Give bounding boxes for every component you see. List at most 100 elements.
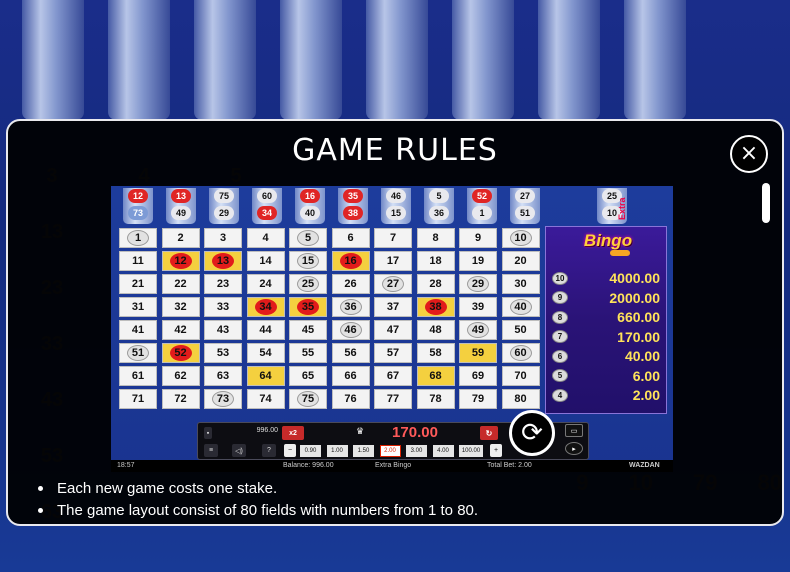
board-cell[interactable]: 74 [246, 389, 285, 409]
board-cell[interactable]: 34 [246, 297, 285, 317]
board-cell[interactable]: 66 [331, 366, 370, 386]
close-button[interactable]: × [730, 135, 768, 173]
board-cell[interactable]: 60 [501, 343, 540, 363]
board-cell[interactable]: 48 [416, 320, 455, 340]
spin-button[interactable]: ⟳ [509, 410, 555, 456]
board-cell[interactable]: 2 [161, 228, 200, 248]
board-cell[interactable]: 40 [501, 297, 540, 317]
board-cell[interactable]: 11 [119, 251, 157, 271]
board-cell[interactable]: 43 [204, 320, 242, 340]
stake-option[interactable]: 2.00 [379, 445, 401, 457]
board-cell[interactable]: 75 [289, 389, 327, 409]
board-cell[interactable]: 67 [374, 366, 412, 386]
board-cell[interactable]: 18 [416, 251, 455, 271]
board-cell[interactable]: 51 [119, 343, 157, 363]
board-cell[interactable]: 53 [204, 343, 242, 363]
board-cell[interactable]: 13 [204, 251, 242, 271]
board-cell[interactable]: 58 [416, 343, 455, 363]
board-cell[interactable]: 55 [289, 343, 327, 363]
board-cell[interactable]: 80 [501, 389, 540, 409]
board-cell[interactable]: 39 [459, 297, 497, 317]
board-cell[interactable]: 6 [331, 228, 370, 248]
board-cell[interactable]: 14 [246, 251, 285, 271]
board-cell[interactable]: 30 [501, 274, 540, 294]
board-cell[interactable]: 1 [119, 228, 157, 248]
board-cell[interactable]: 61 [119, 366, 157, 386]
board-cell[interactable]: 49 [459, 320, 497, 340]
board-cell[interactable]: 24 [246, 274, 285, 294]
board-cell[interactable]: 62 [161, 366, 200, 386]
board-cell[interactable]: 10 [501, 228, 540, 248]
board-cell[interactable]: 21 [119, 274, 157, 294]
board-cell[interactable]: 12 [161, 251, 200, 271]
board-cell[interactable]: 33 [204, 297, 242, 317]
board-cell[interactable]: 20 [501, 251, 540, 271]
board-cell[interactable]: 15 [289, 251, 327, 271]
board-cell[interactable]: 63 [204, 366, 242, 386]
board-cell[interactable]: 7 [374, 228, 412, 248]
board-cell[interactable]: 28 [416, 274, 455, 294]
board-cell[interactable]: 77 [374, 389, 412, 409]
board-cell[interactable]: 79 [459, 389, 497, 409]
board-cell[interactable]: 64 [246, 366, 285, 386]
board-cell[interactable]: 73 [204, 389, 242, 409]
board-cell[interactable]: 72 [161, 389, 200, 409]
stake-option[interactable]: 3.00 [406, 445, 427, 457]
board-cell[interactable]: 44 [246, 320, 285, 340]
sound-button[interactable]: ◁) [232, 444, 246, 457]
board-cell[interactable]: 70 [501, 366, 540, 386]
board-cell[interactable]: 27 [374, 274, 412, 294]
board-cell[interactable]: 71 [119, 389, 157, 409]
board-cell[interactable]: 3 [204, 228, 242, 248]
fullscreen-button[interactable]: ▭ [565, 424, 583, 437]
board-cell[interactable]: 69 [459, 366, 497, 386]
board-cell[interactable]: 22 [161, 274, 200, 294]
board-cell[interactable]: 19 [459, 251, 497, 271]
play-button[interactable]: ▸ [565, 442, 583, 455]
board-cell[interactable]: 78 [416, 389, 455, 409]
board-cell[interactable]: 26 [331, 274, 370, 294]
board-cell[interactable]: 56 [331, 343, 370, 363]
board-cell[interactable]: 36 [331, 297, 370, 317]
board-cell[interactable]: 65 [289, 366, 327, 386]
board-cell[interactable]: 5 [289, 228, 327, 248]
board-cell[interactable]: 23 [204, 274, 242, 294]
x2-button[interactable]: x2 [282, 426, 304, 440]
board-cell[interactable]: 54 [246, 343, 285, 363]
board-cell[interactable]: 17 [374, 251, 412, 271]
stake-plus-button[interactable]: + [490, 444, 502, 457]
board-cell[interactable]: 45 [289, 320, 327, 340]
board-cell[interactable]: 29 [459, 274, 497, 294]
board-cell[interactable]: 57 [374, 343, 412, 363]
board-cell[interactable]: 31 [119, 297, 157, 317]
stake-option[interactable]: 4.00 [432, 445, 454, 457]
board-cell[interactable]: 46 [331, 320, 370, 340]
menu-button[interactable]: ≡ [204, 444, 218, 457]
autoplay-button[interactable]: ↻ [480, 426, 498, 440]
board-cell[interactable]: 35 [289, 297, 327, 317]
help-button[interactable]: ? [262, 444, 276, 457]
board-cell[interactable]: 16 [331, 251, 370, 271]
board-cell[interactable]: 68 [416, 366, 455, 386]
board-cell[interactable]: 38 [416, 297, 455, 317]
scrollbar-thumb[interactable] [762, 183, 770, 223]
board-cell[interactable]: 8 [416, 228, 455, 248]
board-cell[interactable]: 52 [161, 343, 200, 363]
scrollbar-track[interactable] [764, 183, 768, 513]
board-cell[interactable]: 32 [161, 297, 200, 317]
board-cell[interactable]: 76 [331, 389, 370, 409]
board-cell[interactable]: 37 [374, 297, 412, 317]
stake-option[interactable]: 1.00 [326, 445, 348, 457]
board-cell[interactable]: 59 [459, 343, 497, 363]
stake-option[interactable]: 100.00 [459, 445, 483, 457]
board-cell[interactable]: 41 [119, 320, 157, 340]
board-cell[interactable]: 42 [161, 320, 200, 340]
stake-minus-button[interactable]: − [284, 444, 296, 457]
board-cell[interactable]: 47 [374, 320, 412, 340]
board-cell[interactable]: 9 [459, 228, 497, 248]
board-cell[interactable]: 25 [289, 274, 327, 294]
stake-option[interactable]: 1.50 [353, 445, 374, 457]
stake-option[interactable]: 0.90 [300, 445, 321, 457]
board-cell[interactable]: 50 [501, 320, 540, 340]
board-cell[interactable]: 4 [246, 228, 285, 248]
